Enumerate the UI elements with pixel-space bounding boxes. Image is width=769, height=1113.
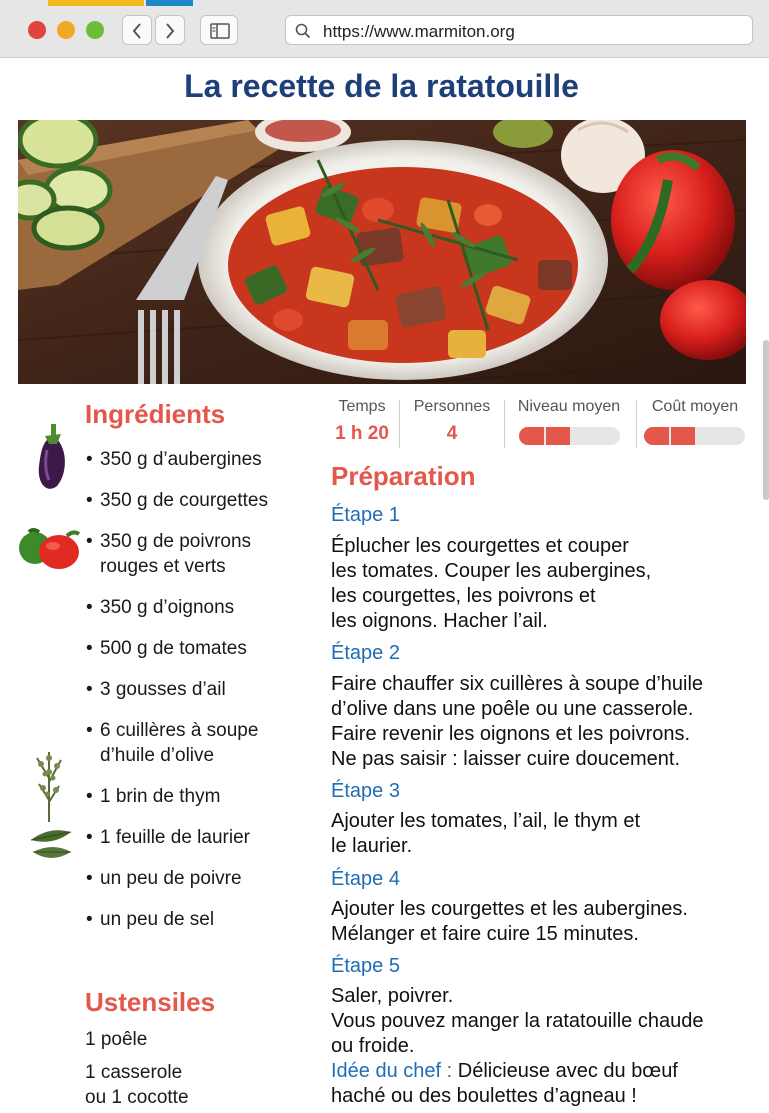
chevron-right-icon bbox=[166, 23, 175, 39]
tab-marker[interactable] bbox=[146, 0, 193, 6]
list-item: 6 cuillères à souped’huile d’olive bbox=[86, 718, 316, 768]
step-label: Étape 2 bbox=[331, 642, 400, 664]
info-time: Temps 1 h 20 bbox=[327, 398, 397, 450]
list-item: 350 g d’aubergines bbox=[86, 447, 316, 472]
scrollbar[interactable] bbox=[763, 340, 769, 500]
list-item: 350 g de courgettes bbox=[86, 488, 316, 513]
chef-tip-label: Idée du chef : bbox=[331, 1060, 453, 1082]
list-item: 350 g d’oignons bbox=[86, 595, 316, 620]
info-servings: Personnes 4 bbox=[405, 398, 499, 450]
bay-leaf-icon bbox=[30, 830, 72, 858]
cost-label: Coût moyen bbox=[651, 398, 739, 415]
time-label: Temps bbox=[338, 398, 386, 415]
preparation-title: Préparation bbox=[331, 461, 476, 491]
level-segment bbox=[519, 427, 545, 445]
list-item: un peu de poivre bbox=[86, 866, 316, 891]
forward-button[interactable] bbox=[155, 15, 185, 45]
utensil-item: 1 casserole bbox=[85, 1062, 183, 1083]
level-segment bbox=[546, 427, 570, 445]
recipe-page: La recette de la ratatouille Ingrédients… bbox=[9, 58, 769, 1113]
divider bbox=[504, 400, 505, 448]
step-label: Étape 3 bbox=[331, 780, 400, 802]
list-item: un peu de sel bbox=[86, 907, 316, 932]
peppers-icon bbox=[19, 528, 81, 569]
utensil-item: 1 poêle bbox=[85, 1029, 148, 1050]
minimize-window-button[interactable] bbox=[57, 21, 75, 39]
step-label: Étape 5 bbox=[331, 955, 400, 977]
utensil-item: ou 1 cocotte bbox=[85, 1087, 189, 1108]
address-bar[interactable]: https://www.marmiton.org bbox=[285, 15, 753, 45]
browser-toolbar: https://www.marmiton.org bbox=[0, 0, 769, 58]
ingredients-list: 350 g d’aubergines 350 g de courgettes 3… bbox=[86, 447, 316, 932]
chevron-left-icon bbox=[132, 23, 141, 39]
difficulty-label: Niveau moyen bbox=[517, 398, 621, 415]
step-label: Étape 4 bbox=[331, 868, 400, 890]
search-icon bbox=[295, 23, 311, 39]
step-text: Ajouter les tomates, l’ail, le thym et l… bbox=[331, 810, 641, 857]
divider bbox=[399, 400, 400, 448]
tab-marker[interactable] bbox=[48, 0, 144, 6]
level-segment bbox=[644, 427, 670, 445]
step-text: Éplucher les courgettes et couper les to… bbox=[331, 535, 652, 632]
sidebar-icon bbox=[210, 23, 230, 39]
servings-value: 4 bbox=[446, 423, 458, 444]
step-label: Étape 1 bbox=[331, 504, 400, 526]
list-item: 3 gousses d’ail bbox=[86, 677, 316, 702]
level-segment bbox=[671, 427, 695, 445]
time-value: 1 h 20 bbox=[335, 423, 389, 444]
zoom-window-button[interactable] bbox=[86, 21, 104, 39]
divider bbox=[636, 400, 637, 448]
thyme-icon bbox=[36, 752, 62, 822]
step-text: Ajouter les courgettes et les aubergines… bbox=[331, 898, 688, 945]
list-item: 350 g de poivronsrouges et verts bbox=[86, 529, 316, 579]
page-title: La recette de la ratatouille bbox=[184, 68, 579, 104]
hero-image bbox=[18, 120, 746, 384]
list-item: 1 feuille de laurier bbox=[86, 825, 316, 850]
utensils-title: Ustensiles bbox=[85, 987, 216, 1017]
servings-label: Personnes bbox=[413, 398, 491, 415]
step-text: Faire chauffer six cuillères à soupe d’h… bbox=[331, 673, 704, 770]
url-text: https://www.marmiton.org bbox=[323, 22, 515, 41]
step-text: Saler, poivrer. Vous pouvez manger la ra… bbox=[331, 984, 751, 1109]
list-item: 1 brin de thym bbox=[86, 784, 316, 809]
close-window-button[interactable] bbox=[28, 21, 46, 39]
eggplant-icon bbox=[38, 424, 65, 489]
difficulty-level-bar bbox=[519, 427, 620, 445]
ingredients-title: Ingrédients bbox=[85, 399, 226, 429]
list-item: 500 g de tomates bbox=[86, 636, 316, 661]
chef-tip: Idée du chef : Délicieuse avec du bœuf bbox=[331, 1060, 678, 1082]
tab-strip bbox=[48, 0, 193, 6]
cost-level-bar bbox=[644, 427, 745, 445]
sidebar-toggle-button[interactable] bbox=[200, 15, 238, 45]
back-button[interactable] bbox=[122, 15, 152, 45]
